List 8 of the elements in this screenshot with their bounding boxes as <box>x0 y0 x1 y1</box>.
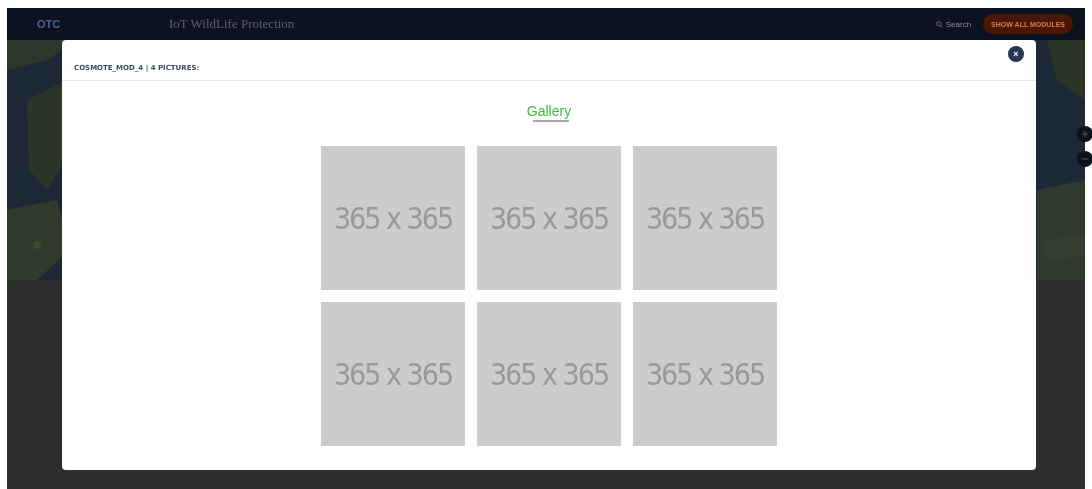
gallery-title: Gallery <box>526 103 572 119</box>
search-link[interactable]: Search <box>935 19 972 29</box>
zoom-out-icon[interactable] <box>1077 151 1092 167</box>
zoom-in-icon[interactable] <box>1077 126 1092 142</box>
app-logo: OTC <box>37 18 62 30</box>
close-button[interactable]: × <box>1008 46 1024 62</box>
app-title: IoT WildLife Protection <box>169 16 296 32</box>
search-icon <box>935 20 943 28</box>
